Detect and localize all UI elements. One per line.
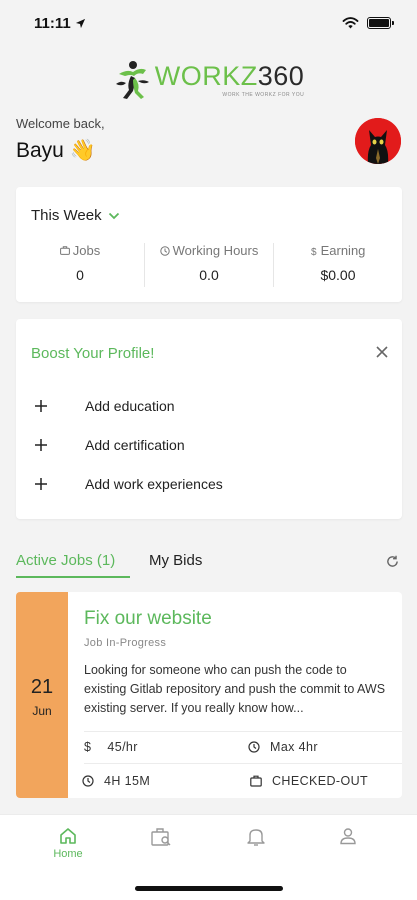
nav-find-jobs[interactable]: [132, 827, 192, 847]
close-button[interactable]: [376, 345, 388, 363]
home-indicator: [135, 886, 283, 891]
plus-icon: [35, 478, 47, 490]
stat-earning-value: $0.00: [320, 267, 356, 283]
user-name: Bayu: [16, 139, 64, 162]
brand-name-part-2: 360: [257, 60, 305, 91]
stat-earning: $ Earning $0.00: [274, 243, 402, 287]
stat-hours-value: 0.0: [199, 267, 219, 283]
nav-home-label: Home: [53, 848, 83, 860]
clock-icon: [159, 245, 170, 256]
period-label: This Week: [31, 207, 102, 224]
job-rate-value: 45/hr: [107, 740, 138, 754]
job-check-status: CHECKED-OUT: [250, 774, 368, 788]
nav-profile[interactable]: [318, 827, 378, 845]
add-work-experience-label: Add work experiences: [85, 476, 223, 492]
clock-icon: [248, 741, 260, 753]
waving-hand-icon: 👋: [69, 139, 97, 162]
job-month: Jun: [32, 704, 52, 718]
refresh-icon: [387, 555, 398, 567]
stats-row: Jobs 0 Working Hours 0.0 $ Earning $0.00: [16, 243, 402, 287]
dollar-icon: $: [311, 247, 317, 256]
tab-my-bids[interactable]: My Bids: [149, 552, 202, 578]
briefcase-icon: [250, 775, 262, 787]
stat-hours-label: Working Hours: [172, 243, 259, 258]
job-time-logged-value: 4H 15M: [104, 774, 151, 788]
stat-working-hours: Working Hours 0.0: [145, 243, 274, 287]
job-check-status-value: CHECKED-OUT: [272, 774, 369, 788]
jobs-tabs: Active Jobs (1) My Bids: [16, 552, 402, 578]
stat-jobs: Jobs 0: [16, 243, 145, 287]
wifi-icon: [342, 17, 359, 29]
refresh-button[interactable]: [386, 555, 399, 573]
job-max-hours-value: Max 4hr: [270, 740, 318, 754]
add-certification-label: Add certification: [85, 437, 185, 453]
add-certification-button[interactable]: Add certification: [34, 437, 185, 453]
location-arrow-icon: [75, 18, 85, 28]
tab-active-jobs[interactable]: Active Jobs (1): [16, 552, 130, 578]
dollar-icon: $: [84, 740, 92, 754]
close-icon: [376, 346, 388, 358]
job-status: Job In-Progress: [84, 637, 167, 649]
svg-text:$: $: [311, 247, 317, 256]
clock-icon: [82, 775, 94, 787]
chevron-down-icon: [108, 212, 119, 219]
job-time-logged: 4H 15M: [82, 774, 150, 788]
status-time: 11:11: [34, 15, 86, 32]
job-max-hours: Max 4hr: [248, 740, 318, 754]
job-rate: $ 45/hr: [84, 740, 138, 754]
divider: [84, 763, 402, 764]
welcome-greeting: Welcome back,: [16, 116, 105, 131]
nav-home[interactable]: Home: [38, 827, 98, 860]
status-bar: 11:11: [0, 0, 417, 46]
job-title[interactable]: Fix our website: [84, 608, 212, 630]
stat-earning-label: Earning: [320, 243, 366, 258]
stat-jobs-label: Jobs: [72, 243, 101, 258]
weekly-summary-card: This Week Jobs 0 Working Hours 0.0 $ Ear…: [16, 187, 402, 302]
period-selector[interactable]: This Week: [31, 207, 120, 224]
avatar[interactable]: [355, 118, 401, 164]
job-card[interactable]: 21 Jun Fix our website Job In-Progress L…: [16, 592, 402, 798]
briefcase-icon: [59, 246, 70, 255]
add-education-button[interactable]: Add education: [34, 398, 175, 414]
plus-icon: [35, 439, 47, 451]
status-icons: [342, 17, 394, 29]
bell-icon: [247, 829, 265, 846]
brand-name-part-1: WORKZ: [154, 60, 258, 91]
divider: [84, 731, 402, 732]
welcome-section: Welcome back, Bayu 👋: [16, 116, 105, 163]
cat-avatar-icon: [355, 118, 401, 164]
add-education-label: Add education: [85, 398, 175, 414]
user-icon: [340, 828, 356, 845]
boost-title: Boost Your Profile!: [31, 345, 155, 362]
home-icon: [60, 828, 76, 844]
add-work-experience-button[interactable]: Add work experiences: [34, 476, 223, 492]
stat-jobs-value: 0: [76, 267, 84, 283]
job-search-icon: [151, 828, 171, 846]
battery-icon: [367, 17, 394, 29]
nav-notifications[interactable]: [226, 827, 286, 847]
user-name-row: Bayu 👋: [16, 139, 105, 163]
plus-icon: [35, 400, 47, 412]
brand-header: WORKZ360 WORK THE WORKZ FOR YOU: [0, 56, 417, 104]
workz-figure-icon: [115, 61, 149, 99]
brand-logo: WORKZ360 WORK THE WORKZ FOR YOU: [113, 60, 305, 100]
time-text: 11:11: [34, 14, 71, 32]
job-description: Looking for someone who can push the cod…: [84, 663, 386, 715]
job-day: 21: [30, 676, 54, 698]
brand-tagline: WORK THE WORKZ FOR YOU: [222, 91, 305, 98]
